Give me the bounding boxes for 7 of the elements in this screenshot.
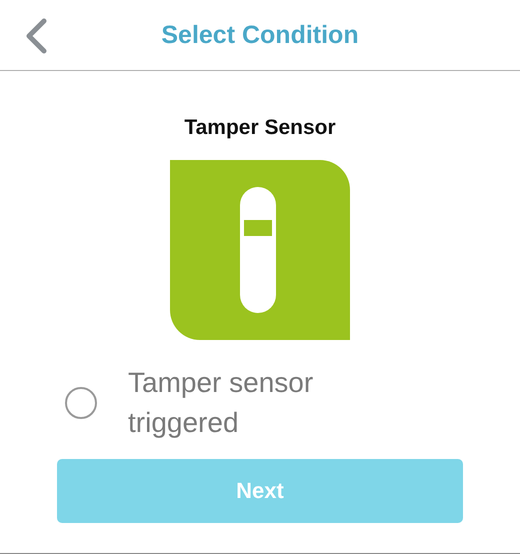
radio-button[interactable] bbox=[65, 387, 97, 419]
device-name: Tamper Sensor bbox=[184, 116, 336, 140]
chevron-left-icon bbox=[24, 18, 48, 54]
sensor-icon bbox=[170, 160, 350, 340]
next-button[interactable]: Next bbox=[57, 459, 463, 523]
option-label: Tamper sensor triggered bbox=[128, 366, 314, 440]
screen-title: Select Condition bbox=[161, 20, 359, 50]
